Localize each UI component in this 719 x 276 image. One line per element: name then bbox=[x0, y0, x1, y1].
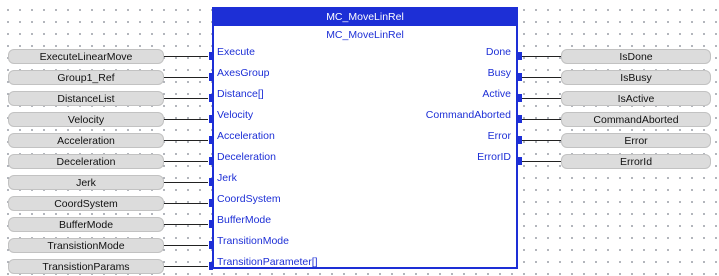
input-variable-deceleration[interactable]: Deceleration bbox=[8, 154, 164, 169]
output-variable-isactive[interactable]: IsActive bbox=[561, 91, 711, 106]
input-port-execute: Execute bbox=[217, 46, 255, 58]
output-wire[interactable] bbox=[522, 56, 561, 57]
output-wire[interactable] bbox=[522, 140, 561, 141]
output-wire[interactable] bbox=[522, 119, 561, 120]
input-variable-transistionparams[interactable]: TransistionParams bbox=[8, 259, 164, 274]
output-variable-errorid[interactable]: ErrorId bbox=[561, 154, 711, 169]
input-wire[interactable] bbox=[164, 182, 208, 183]
function-block-instance-name[interactable]: MC_MoveLinRel bbox=[214, 9, 516, 26]
input-pin[interactable] bbox=[209, 178, 213, 186]
input-pin[interactable] bbox=[209, 115, 213, 123]
input-wire[interactable] bbox=[164, 98, 208, 99]
output-variable-isdone[interactable]: IsDone bbox=[561, 49, 711, 64]
input-wire[interactable] bbox=[164, 140, 208, 141]
input-variable-jerk[interactable]: Jerk bbox=[8, 175, 164, 190]
output-port-error: Error bbox=[487, 130, 511, 142]
output-variable-commandaborted[interactable]: CommandAborted bbox=[561, 112, 711, 127]
input-variable-velocity[interactable]: Velocity bbox=[8, 112, 164, 127]
input-wire[interactable] bbox=[164, 203, 208, 204]
input-port-axesgroup: AxesGroup bbox=[217, 67, 270, 79]
input-port-deceleration: Deceleration bbox=[217, 151, 276, 163]
input-port-acceleration: Acceleration bbox=[217, 130, 275, 142]
input-port-velocity: Velocity bbox=[217, 109, 254, 121]
output-wire[interactable] bbox=[522, 98, 561, 99]
output-variable-isbusy[interactable]: IsBusy bbox=[561, 70, 711, 85]
function-block-mc-movelinrel[interactable]: MC_MoveLinRel MC_MoveLinRel Execute Axes… bbox=[212, 7, 518, 269]
output-port-errorid: ErrorID bbox=[477, 151, 511, 163]
input-pin[interactable] bbox=[209, 241, 213, 249]
input-pin[interactable] bbox=[209, 157, 213, 165]
input-variable-transistionmode[interactable]: TransistionMode bbox=[8, 238, 164, 253]
input-variable-group1-ref[interactable]: Group1_Ref bbox=[8, 70, 164, 85]
input-pin[interactable] bbox=[209, 199, 213, 207]
function-block-type-name: MC_MoveLinRel bbox=[326, 29, 404, 41]
input-variable-coordsystem[interactable]: CoordSystem bbox=[8, 196, 164, 211]
input-wire[interactable] bbox=[164, 266, 208, 267]
input-port-distance: Distance[] bbox=[217, 88, 264, 100]
input-wire[interactable] bbox=[164, 161, 208, 162]
input-variable-buffermode[interactable]: BufferMode bbox=[8, 217, 164, 232]
output-port-busy: Busy bbox=[487, 67, 511, 79]
input-wire[interactable] bbox=[164, 56, 208, 57]
input-wire[interactable] bbox=[164, 119, 208, 120]
input-port-buffermode: BufferMode bbox=[217, 214, 272, 226]
output-port-done: Done bbox=[485, 46, 511, 58]
input-pin[interactable] bbox=[209, 220, 213, 228]
output-port-commandaborted: CommandAborted bbox=[425, 109, 511, 121]
input-pin[interactable] bbox=[209, 136, 213, 144]
input-port-transitionmode: TransitionMode bbox=[217, 235, 289, 247]
input-variable-executelinearmove[interactable]: ExecuteLinearMove bbox=[8, 49, 164, 64]
input-wire[interactable] bbox=[164, 77, 208, 78]
input-pin[interactable] bbox=[209, 73, 213, 81]
input-wire[interactable] bbox=[164, 224, 208, 225]
output-port-active: Active bbox=[482, 88, 511, 100]
input-port-transitionparameter: TransitionParameter[] bbox=[217, 256, 318, 268]
input-variable-acceleration[interactable]: Acceleration bbox=[8, 133, 164, 148]
input-pin[interactable] bbox=[209, 262, 213, 270]
input-port-jerk: Jerk bbox=[217, 172, 237, 184]
input-pin[interactable] bbox=[209, 94, 213, 102]
output-variable-error[interactable]: Error bbox=[561, 133, 711, 148]
input-port-coordsystem: CoordSystem bbox=[217, 193, 281, 205]
input-variable-distancelist[interactable]: DistanceList bbox=[8, 91, 164, 106]
input-wire[interactable] bbox=[164, 245, 208, 246]
output-wire[interactable] bbox=[522, 161, 561, 162]
input-pin[interactable] bbox=[209, 52, 213, 60]
output-wire[interactable] bbox=[522, 77, 561, 78]
